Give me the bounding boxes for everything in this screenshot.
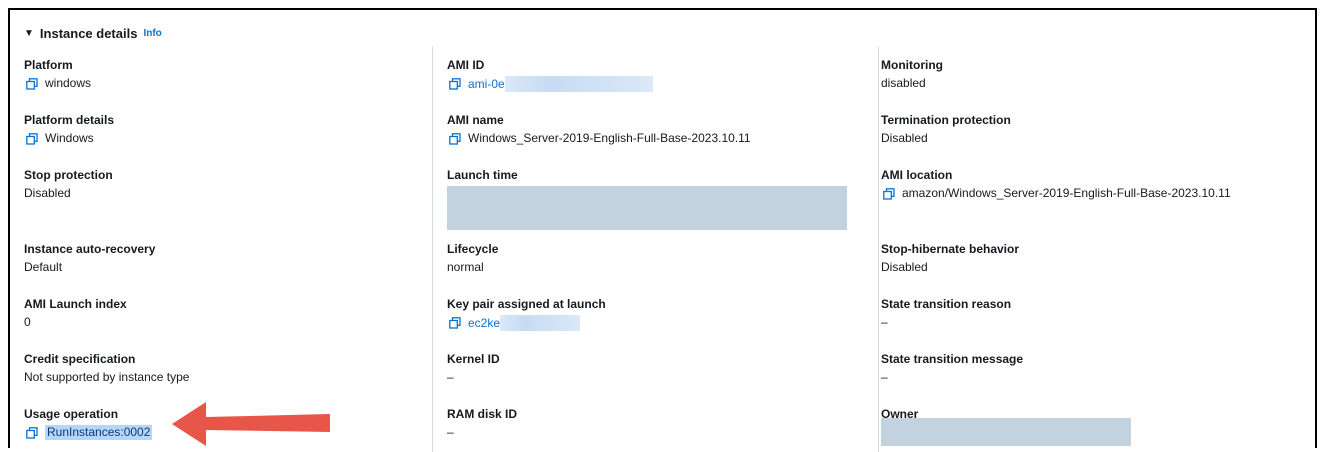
field-value xyxy=(881,418,1131,446)
redacted-block xyxy=(500,315,581,331)
key-pair-link[interactable]: ec2ke xyxy=(468,316,500,331)
field-label: Stop protection xyxy=(24,168,113,182)
redacted-block xyxy=(881,418,1131,446)
field-label: Lifecycle xyxy=(447,242,499,256)
field-ami-name: AMI name Windows_Server-2019-English-Ful… xyxy=(447,113,751,146)
field-ami-location: AMI location amazon/Windows_Server-2019-… xyxy=(881,168,1231,201)
ram-disk-id-value: – xyxy=(447,425,454,439)
field-label: AMI Launch index xyxy=(24,297,127,311)
section-header[interactable]: ▼ Instance details Info xyxy=(24,24,162,42)
field-usage-operation: Usage operation RunInstances:0002 xyxy=(24,407,153,440)
field-label: AMI location xyxy=(881,168,953,182)
stop-hibernate-value: Disabled xyxy=(881,260,928,274)
usage-operation-value[interactable]: RunInstances:0002 xyxy=(45,425,153,440)
copy-icon[interactable] xyxy=(883,187,895,200)
field-label: State transition message xyxy=(881,352,1024,366)
field-label: Kernel ID xyxy=(447,352,500,366)
details-column-2: AMI ID ami-0e AMI name Windows_Server-20… xyxy=(447,46,862,452)
field-label: RAM disk ID xyxy=(447,407,518,421)
field-state-transition-reason: State transition reason – xyxy=(881,297,1011,330)
ami-id-link[interactable]: ami-0e xyxy=(468,77,505,92)
red-arrow-icon xyxy=(172,402,330,446)
field-value: Windows_Server-2019-English-Full-Base-20… xyxy=(447,131,751,146)
ami-name-value: Windows_Server-2019-English-Full-Base-20… xyxy=(468,131,751,145)
kernel-id-value: – xyxy=(447,370,454,384)
field-lifecycle: Lifecycle normal xyxy=(447,242,498,275)
field-ami-launch-index: AMI Launch index 0 xyxy=(24,297,127,330)
termination-protection-value: Disabled xyxy=(881,131,928,145)
field-instance-auto-recovery: Instance auto-recovery Default xyxy=(24,242,155,275)
field-owner: Owner xyxy=(881,407,1131,446)
field-stop-protection: Stop protection Disabled xyxy=(24,168,113,201)
credit-specification-value: Not supported by instance type xyxy=(24,370,190,384)
section-title: Instance details xyxy=(39,25,138,41)
platform-details-value: Windows xyxy=(45,131,94,145)
field-label: Termination protection xyxy=(881,113,1011,127)
field-platform-details: Platform details Windows xyxy=(24,113,114,146)
caret-down-icon[interactable]: ▼ xyxy=(24,28,34,39)
copy-icon[interactable] xyxy=(449,78,461,90)
field-label: Platform xyxy=(24,58,73,72)
state-transition-reason-value: – xyxy=(881,315,888,329)
field-label: Key pair assigned at launch xyxy=(447,297,606,311)
field-credit-specification: Credit specification Not supported by in… xyxy=(24,352,189,385)
stop-protection-value: Disabled xyxy=(24,186,71,200)
column-divider xyxy=(878,46,879,452)
copy-icon[interactable] xyxy=(26,77,38,90)
field-value: windows xyxy=(24,76,91,91)
field-monitoring: Monitoring disabled xyxy=(881,58,943,91)
redacted-block xyxy=(504,76,653,92)
ami-launch-index-value: 0 xyxy=(24,315,31,329)
field-kernel-id: Kernel ID – xyxy=(447,352,500,385)
redacted-block xyxy=(447,186,847,230)
field-value xyxy=(447,186,847,230)
field-ami-id: AMI ID ami-0e xyxy=(447,58,653,92)
field-label: Credit specification xyxy=(24,352,136,366)
copy-icon[interactable] xyxy=(26,426,38,439)
field-value: RunInstances:0002 xyxy=(24,425,153,440)
field-key-pair: Key pair assigned at launch ec2ke xyxy=(447,297,606,331)
field-value: ec2ke xyxy=(447,315,606,331)
state-transition-message-value: – xyxy=(881,370,888,384)
lifecycle-value: normal xyxy=(447,260,484,274)
field-value: amazon/Windows_Server-2019-English-Full-… xyxy=(881,186,1231,201)
field-label: Instance auto-recovery xyxy=(24,242,156,256)
field-value: Windows xyxy=(24,131,114,146)
copy-icon[interactable] xyxy=(26,132,38,145)
field-label: Monitoring xyxy=(881,58,943,72)
column-divider xyxy=(432,46,433,452)
field-label: Stop-hibernate behavior xyxy=(881,242,1020,256)
field-label: Usage operation xyxy=(24,407,119,421)
field-termination-protection: Termination protection Disabled xyxy=(881,113,1011,146)
field-stop-hibernate-behavior: Stop-hibernate behavior Disabled xyxy=(881,242,1019,275)
copy-icon[interactable] xyxy=(449,317,461,329)
monitoring-value: disabled xyxy=(881,76,926,90)
platform-value: windows xyxy=(45,76,92,90)
field-label: State transition reason xyxy=(881,297,1012,311)
details-column-1: Platform windows Platform details Window… xyxy=(24,46,424,452)
field-label: Launch time xyxy=(447,168,518,182)
field-ram-disk-id: RAM disk ID – xyxy=(447,407,517,440)
field-label: Platform details xyxy=(24,113,115,127)
ami-location-value: amazon/Windows_Server-2019-English-Full-… xyxy=(902,186,1231,200)
copy-icon[interactable] xyxy=(449,132,461,145)
auto-recovery-value: Default xyxy=(24,260,63,274)
field-state-transition-message: State transition message – xyxy=(881,352,1023,385)
field-label: AMI ID xyxy=(447,58,485,72)
info-link[interactable]: Info xyxy=(143,28,161,39)
field-label: AMI name xyxy=(447,113,504,127)
field-launch-time: Launch time xyxy=(447,168,847,230)
field-value: ami-0e xyxy=(447,76,653,92)
details-column-3: Monitoring disabled Termination protecti… xyxy=(881,46,1311,452)
field-platform: Platform windows xyxy=(24,58,91,91)
